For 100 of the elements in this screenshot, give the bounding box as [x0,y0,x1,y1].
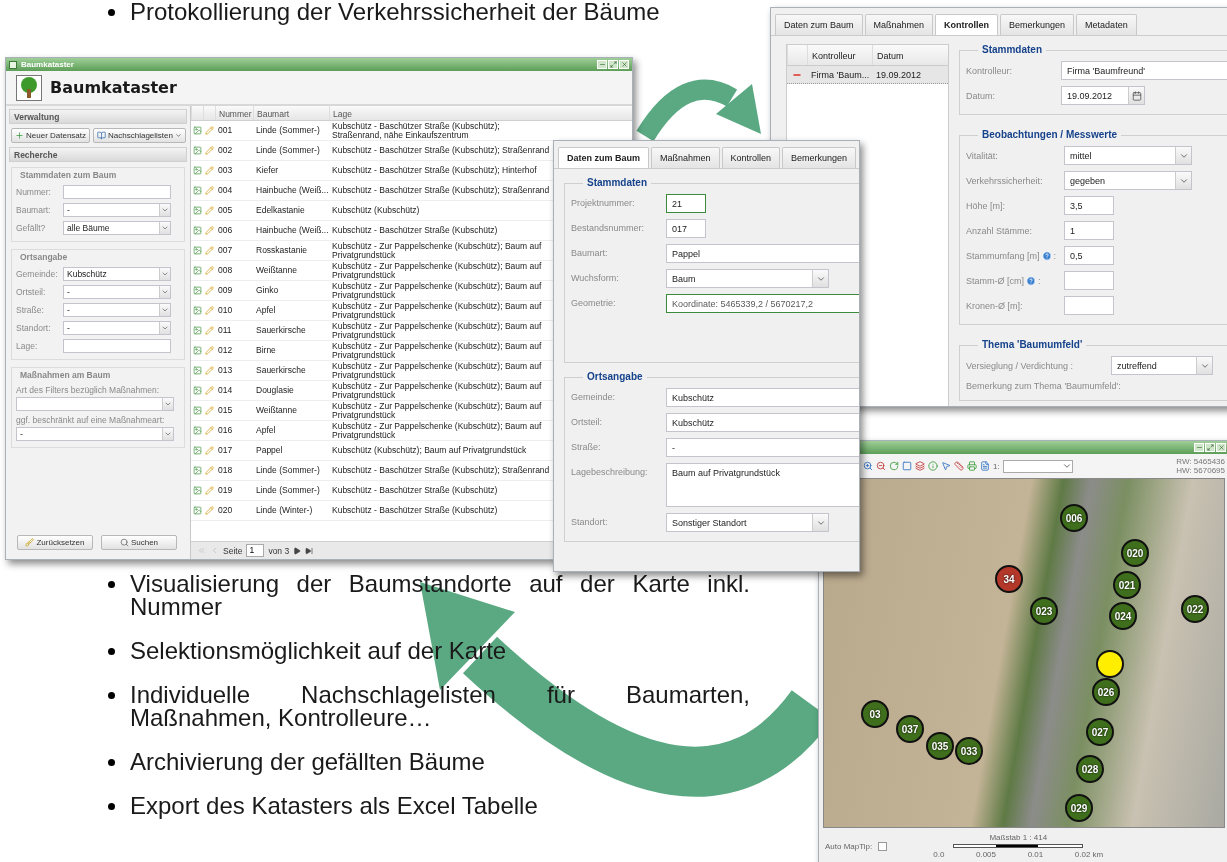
maptip-checkbox[interactable] [878,841,888,851]
tab[interactable]: Bemerkungen [782,147,857,168]
search-button[interactable]: Suchen [101,535,177,550]
image-icon[interactable] [193,386,202,395]
pencil-icon[interactable] [205,246,214,255]
tree-marker[interactable]: 024 [1109,602,1137,630]
image-icon[interactable] [193,346,202,355]
dropdown-field[interactable]: zutreffend [1111,356,1213,375]
pencil-icon[interactable] [205,186,214,195]
page-input[interactable]: 1 [246,544,265,557]
input-field[interactable] [1064,271,1114,290]
dropdown-field[interactable]: Baum [666,269,829,288]
help-icon[interactable] [1041,250,1052,261]
tree-marker[interactable]: 028 [1076,755,1104,783]
dropdown-field[interactable]: alle Bäume [63,221,171,235]
image-icon[interactable] [193,146,202,155]
tree-marker[interactable]: 027 [1086,718,1114,746]
ruler-icon[interactable] [954,461,964,471]
image-icon[interactable] [193,246,202,255]
image-icon[interactable] [193,286,202,295]
pencil-icon[interactable] [205,346,214,355]
dropdown-field[interactable]: - [63,303,171,317]
input-field[interactable]: 3,5 [1064,196,1114,215]
dropdown-field[interactable]: Sonstiger Standort [666,513,829,532]
column-header[interactable]: Lage [329,106,551,120]
input-field[interactable] [63,185,171,199]
tree-marker[interactable]: 34 [995,565,1023,593]
input-field[interactable]: Pappel [666,244,859,263]
date-field[interactable]: 19.09.2012 [1061,86,1145,105]
tree-marker[interactable]: 035 [926,732,954,760]
reset-button[interactable]: Zurücksetzen [17,535,93,550]
image-icon[interactable] [193,306,202,315]
pencil-icon[interactable] [205,426,214,435]
refresh-icon[interactable] [889,461,899,471]
input-field[interactable] [63,339,171,353]
first-page-icon[interactable] [197,546,206,555]
image-icon[interactable] [193,406,202,415]
tree-marker[interactable]: 029 [1065,794,1093,822]
image-icon[interactable] [193,226,202,235]
input-field[interactable]: Kubschütz [666,413,859,432]
tab[interactable]: Kontrollen [935,14,999,35]
pencil-icon[interactable] [205,466,214,475]
scale-dropdown[interactable] [1002,459,1073,473]
pencil-icon[interactable] [205,226,214,235]
previous-page-icon[interactable] [210,546,219,555]
zoom-in-icon[interactable] [863,461,873,471]
maximize-button[interactable] [608,60,618,69]
dropdown-field[interactable] [16,397,174,411]
dropdown-field[interactable]: gegeben [1064,171,1192,190]
tree-marker[interactable]: 033 [955,737,983,765]
column-header[interactable]: Baumart [253,106,329,120]
tab[interactable]: Maßnahmen [651,147,720,168]
image-icon[interactable] [193,186,202,195]
image-icon[interactable] [193,446,202,455]
document-icon[interactable] [980,461,990,471]
image-icon[interactable] [193,486,202,495]
pencil-icon[interactable] [205,206,214,215]
pencil-icon[interactable] [205,266,214,275]
next-page-icon[interactable] [293,546,302,555]
input-field[interactable]: 017 [666,219,706,238]
tree-marker[interactable]: 03 [861,700,889,728]
dropdown-field[interactable]: mittel [1064,146,1192,165]
input-field[interactable]: Koordinate: 5465339,2 / 5670217,2 [666,294,859,313]
help-icon[interactable] [1026,275,1036,286]
tree-marker[interactable]: 020 [1121,539,1149,567]
minimize-button[interactable] [597,60,607,69]
last-page-icon[interactable] [305,546,314,555]
printer-icon[interactable] [967,461,977,471]
minimize-button[interactable] [1194,443,1204,452]
tree-marker[interactable]: 023 [1030,597,1058,625]
image-icon[interactable] [193,366,202,375]
image-icon[interactable] [193,466,202,475]
dropdown-field[interactable]: - [63,321,171,335]
input-field[interactable]: 0,5 [1064,246,1114,265]
new-record-button[interactable]: Neuer Datensatz [11,128,91,143]
dropdown-field[interactable]: - [16,427,174,441]
pencil-icon[interactable] [205,166,214,175]
tab[interactable]: Metadaten [1076,14,1137,35]
pencil-icon[interactable] [205,446,214,455]
square-icon[interactable] [902,461,912,471]
list-row[interactable]: Firma 'Baum... 19.09.2012 [787,66,948,84]
pencil-icon[interactable] [205,146,214,155]
lookup-lists-button[interactable]: Nachschlagelisten [93,128,186,143]
tree-marker[interactable]: 026 [1092,678,1120,706]
image-icon[interactable] [193,266,202,275]
column-header[interactable]: Nummer [215,106,253,120]
column-header[interactable]: Datum [872,45,934,65]
tab[interactable]: Maßnahmen [864,14,934,35]
layers-icon[interactable] [915,461,925,471]
tab[interactable]: Daten zum Baum [558,147,649,168]
input-field[interactable]: Firma 'Baumfreund' [1061,61,1227,80]
dropdown-field[interactable]: Kubschütz [63,267,171,281]
pencil-icon[interactable] [205,406,214,415]
maximize-button[interactable] [1205,443,1215,452]
column-header[interactable]: Kontrolleur [807,45,872,65]
pencil-icon[interactable] [205,126,214,135]
tree-marker[interactable]: 037 [896,715,924,743]
pencil-icon[interactable] [205,286,214,295]
pencil-icon[interactable] [205,366,214,375]
tree-marker[interactable]: 006 [1060,504,1088,532]
